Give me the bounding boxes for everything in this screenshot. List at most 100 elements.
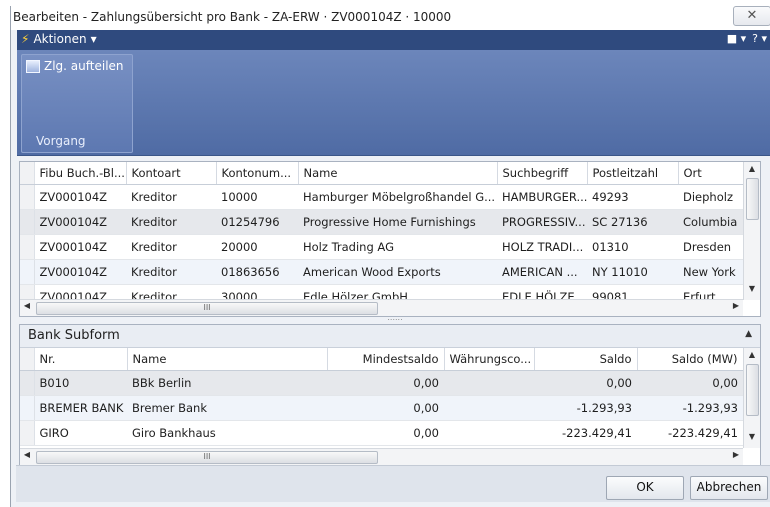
table-cell[interactable]: Kreditor <box>126 184 216 210</box>
vertical-scrollbar[interactable]: ▲ ▼ <box>743 348 760 448</box>
scroll-up-icon[interactable]: ▲ <box>744 164 760 173</box>
scroll-down-icon[interactable]: ▼ <box>744 284 760 293</box>
row-selector[interactable] <box>20 184 35 210</box>
table-cell[interactable]: ZV000104Z <box>34 259 126 285</box>
row-selector[interactable] <box>20 395 35 421</box>
table-cell[interactable]: Kreditor <box>126 259 216 285</box>
table-row[interactable]: GIRO Giro Bankhaus 0,00 -223.429,41 -223… <box>20 420 743 446</box>
column-header[interactable]: Suchbegriff <box>497 162 588 185</box>
horizontal-scrollbar[interactable]: ◀ III ▶ <box>20 448 743 465</box>
table-row[interactable]: ZV000104Z Kreditor 10000 Hamburger Möbel… <box>20 184 743 210</box>
table-cell[interactable]: -1.293,93 <box>534 395 637 421</box>
column-header[interactable]: Saldo <box>534 348 638 371</box>
column-header[interactable]: Kontoart <box>126 162 217 185</box>
table-row[interactable]: ZV000104Z Kreditor 20000 Holz Trading AG… <box>20 234 743 260</box>
row-selector[interactable] <box>20 209 35 235</box>
column-header[interactable]: Nr. <box>34 348 128 371</box>
scroll-thumb[interactable]: III <box>36 302 378 315</box>
row-selector[interactable] <box>20 259 35 285</box>
table-cell[interactable]: -1.293,93 <box>637 395 743 421</box>
table-cell[interactable]: SC 27136 <box>587 209 678 235</box>
table-cell[interactable]: Dresden <box>678 234 743 260</box>
table-cell[interactable]: ZV000104Z <box>34 209 126 235</box>
table-cell[interactable]: 01310 <box>587 234 678 260</box>
scroll-right-icon[interactable]: ▶ <box>729 301 743 310</box>
column-header[interactable]: Saldo (MW) <box>637 348 744 371</box>
table-cell[interactable] <box>444 370 534 396</box>
column-header[interactable]: Ort <box>678 162 744 185</box>
table-cell[interactable]: Hamburger Möbelgroßhandel G... <box>298 184 497 210</box>
split-payment-button[interactable]: Zlg. aufteilen <box>26 59 124 73</box>
column-header[interactable]: Kontonum... <box>216 162 299 185</box>
table-cell[interactable]: American Wood Exports <box>298 259 497 285</box>
actions-menu[interactable]: ⚡ Aktionen ▾ <box>21 32 97 46</box>
table-cell[interactable]: 10000 <box>216 184 298 210</box>
table-cell[interactable] <box>444 420 534 446</box>
vertical-scrollbar[interactable]: ▲ ▼ <box>743 162 760 300</box>
column-header[interactable]: Währungsco... <box>444 348 535 371</box>
bank-table: Nr. Name Mindestsaldo Währungsco... Sald… <box>20 348 744 446</box>
table-cell[interactable]: -223.429,41 <box>637 420 743 446</box>
table-cell[interactable]: 01254796 <box>216 209 298 235</box>
column-header[interactable]: Name <box>127 348 328 371</box>
scroll-left-icon[interactable]: ◀ <box>20 450 34 459</box>
table-cell[interactable]: BREMER BANK <box>34 395 127 421</box>
table-cell[interactable] <box>444 395 534 421</box>
scroll-thumb[interactable]: III <box>36 451 378 464</box>
table-cell[interactable]: 01863656 <box>216 259 298 285</box>
table-cell[interactable]: Progressive Home Furnishings <box>298 209 497 235</box>
table-cell[interactable]: PROGRESSIV... <box>497 209 587 235</box>
column-header[interactable]: Mindestsaldo <box>327 348 445 371</box>
table-cell[interactable]: 0,00 <box>327 370 444 396</box>
pane-splitter[interactable]: ...... <box>380 314 410 322</box>
collapse-icon[interactable]: ▲ <box>745 329 752 339</box>
column-header[interactable]: Name <box>298 162 498 185</box>
table-cell[interactable]: B010 <box>34 370 127 396</box>
table-cell[interactable]: Kreditor <box>126 234 216 260</box>
ok-button[interactable]: OK <box>606 476 684 500</box>
row-selector[interactable] <box>20 370 35 396</box>
close-button[interactable]: ✕ <box>733 6 770 26</box>
table-cell[interactable]: -223.429,41 <box>534 420 637 446</box>
row-selector[interactable] <box>20 234 35 260</box>
table-row[interactable]: ZV000104Z Kreditor 01863656 American Woo… <box>20 259 743 285</box>
table-cell[interactable]: 20000 <box>216 234 298 260</box>
horizontal-scrollbar[interactable]: ◀ III ▶ <box>20 299 743 316</box>
table-cell[interactable]: Diepholz <box>678 184 743 210</box>
scroll-thumb[interactable] <box>746 178 759 220</box>
table-cell[interactable]: AMERICAN ... <box>497 259 587 285</box>
table-cell[interactable]: BBk Berlin <box>127 370 327 396</box>
payment-lines-grid: Fibu Buch.-Bl... Kontoart Kontonum... Na… <box>19 161 761 317</box>
table-row-selected[interactable]: B010 BBk Berlin 0,00 0,00 0,00 <box>20 370 743 396</box>
scroll-up-icon[interactable]: ▲ <box>744 350 760 359</box>
table-cell[interactable]: HAMBURGER... <box>497 184 587 210</box>
table-row-selected[interactable]: ZV000104Z Kreditor 01254796 Progressive … <box>20 209 743 235</box>
table-cell[interactable]: Kreditor <box>126 209 216 235</box>
table-cell[interactable]: Giro Bankhaus <box>127 420 327 446</box>
table-cell[interactable]: 0,00 <box>534 370 637 396</box>
table-cell[interactable]: ZV000104Z <box>34 234 126 260</box>
scroll-right-icon[interactable]: ▶ <box>729 450 743 459</box>
help-icon[interactable]: ? ▾ <box>752 32 767 45</box>
table-cell[interactable]: 0,00 <box>327 395 444 421</box>
column-header[interactable]: Fibu Buch.-Bl... <box>34 162 127 185</box>
table-cell[interactable]: 0,00 <box>637 370 743 396</box>
table-cell[interactable]: NY 11010 <box>587 259 678 285</box>
table-cell[interactable]: ZV000104Z <box>34 184 126 210</box>
table-cell[interactable]: GIRO <box>34 420 127 446</box>
cancel-button[interactable]: Abbrechen <box>690 476 768 500</box>
table-cell[interactable]: 0,00 <box>327 420 444 446</box>
scroll-left-icon[interactable]: ◀ <box>20 301 34 310</box>
scroll-thumb[interactable] <box>746 364 759 416</box>
table-cell[interactable]: Columbia <box>678 209 743 235</box>
table-cell[interactable]: 49293 <box>587 184 678 210</box>
table-row[interactable]: BREMER BANK Bremer Bank 0,00 -1.293,93 -… <box>20 395 743 421</box>
scroll-down-icon[interactable]: ▼ <box>744 432 760 441</box>
table-cell[interactable]: Bremer Bank <box>127 395 327 421</box>
table-cell[interactable]: Holz Trading AG <box>298 234 497 260</box>
row-selector[interactable] <box>20 420 35 446</box>
table-cell[interactable]: New York <box>678 259 743 285</box>
view-options-icon[interactable]: ■ ▾ <box>727 32 746 45</box>
table-cell[interactable]: HOLZ TRADI... <box>497 234 587 260</box>
column-header[interactable]: Postleitzahl <box>587 162 679 185</box>
